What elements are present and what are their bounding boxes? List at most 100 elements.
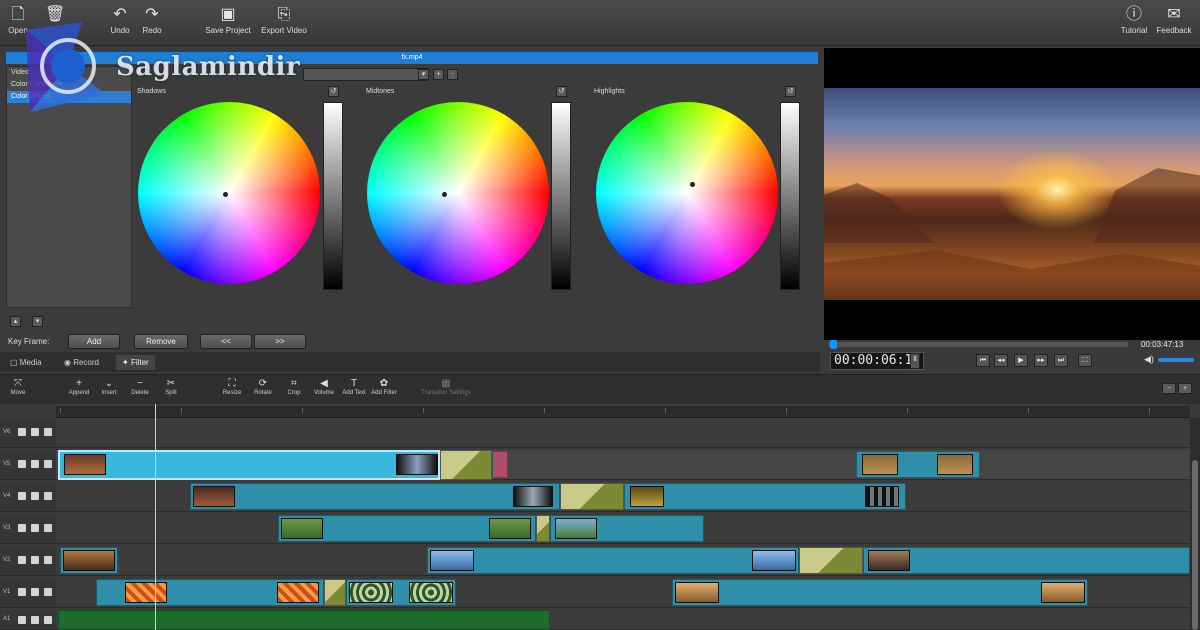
highlights-wheel[interactable]: [596, 102, 778, 284]
timeline-ruler[interactable]: [56, 406, 1190, 418]
track-lock-toggle[interactable]: [31, 556, 39, 564]
track-visibility-toggle[interactable]: [18, 460, 26, 468]
delete-clip-button[interactable]: − Delete: [125, 378, 155, 396]
track-lock-toggle[interactable]: [31, 460, 39, 468]
ruler-tick: |: [665, 408, 667, 414]
split-button[interactable]: ✂ Split: [156, 378, 186, 396]
timeline-clip[interactable]: [550, 515, 704, 542]
shadows-brightness-slider[interactable]: [323, 102, 343, 290]
track-visibility-toggle[interactable]: [18, 524, 26, 532]
rotate-button[interactable]: ⟳ Rotate: [248, 378, 278, 396]
add-keyframe-button[interactable]: Add: [68, 334, 120, 349]
timeline-clip[interactable]: [427, 547, 799, 574]
preset-select[interactable]: [303, 68, 429, 81]
move-down-button[interactable]: ▾: [32, 316, 43, 327]
track-lock-toggle[interactable]: [31, 616, 39, 624]
zoom-in-button[interactable]: +: [1178, 383, 1192, 394]
add-filter-button[interactable]: ✿ Add Filter: [369, 378, 399, 396]
highlights-reset-button[interactable]: ↺: [785, 86, 796, 97]
timeline-clip[interactable]: [96, 579, 324, 606]
zoom-out-button[interactable]: −: [1162, 383, 1176, 394]
timeline-playhead[interactable]: [155, 404, 156, 630]
midtones-wheel-handle[interactable]: [442, 192, 447, 197]
total-duration: 00:03:47:13: [1141, 340, 1184, 349]
tab-media[interactable]: ▢ Media: [4, 355, 48, 370]
prev-keyframe-button[interactable]: <<: [200, 334, 252, 349]
preset-add-button[interactable]: +: [433, 69, 444, 80]
step-back-button[interactable]: ◂◂: [994, 354, 1008, 367]
feedback-button[interactable]: ✉ Feedback: [1146, 6, 1200, 42]
move-tool-button[interactable]: ⤧ Move: [3, 378, 33, 396]
volume-button[interactable]: ◀ Volume: [309, 378, 339, 396]
track-lock-toggle[interactable]: [31, 524, 39, 532]
volume-slider[interactable]: [1158, 358, 1194, 362]
resize-icon: ⛶: [228, 378, 236, 389]
timeline-clip[interactable]: [346, 579, 456, 606]
track-lock-toggle[interactable]: [31, 588, 39, 596]
track-lock-toggle[interactable]: [31, 492, 39, 500]
preset-dropdown-button[interactable]: ▾: [418, 69, 429, 80]
track-mute-toggle[interactable]: [44, 492, 52, 500]
preset-remove-button[interactable]: -: [447, 69, 458, 80]
go-to-end-button[interactable]: ⏭: [1054, 354, 1068, 367]
track-lane-v6[interactable]: [56, 418, 1190, 448]
transition-block[interactable]: [536, 515, 550, 542]
track-visibility-toggle[interactable]: [18, 588, 26, 596]
midtones-brightness-slider[interactable]: [551, 102, 571, 290]
track-mute-toggle[interactable]: [44, 556, 52, 564]
play-button[interactable]: ▶: [1014, 354, 1028, 367]
track-visibility-toggle[interactable]: [18, 556, 26, 564]
go-to-start-button[interactable]: ⏮: [976, 354, 990, 367]
shadows-wheel-handle[interactable]: [223, 192, 228, 197]
track-mute-toggle[interactable]: [44, 460, 52, 468]
timeline-clip[interactable]: [492, 451, 508, 478]
remove-keyframe-button[interactable]: Remove: [134, 334, 188, 349]
track-visibility-toggle[interactable]: [18, 616, 26, 624]
timeline-clip-selected[interactable]: [58, 450, 440, 480]
move-up-button[interactable]: ▴: [10, 316, 21, 327]
track-mute-toggle[interactable]: [44, 524, 52, 532]
timeline-clip[interactable]: [60, 547, 118, 574]
track-mute-toggle[interactable]: [44, 616, 52, 624]
timeline-clip[interactable]: [190, 483, 560, 510]
tab-filter[interactable]: ✦ Filter: [116, 355, 155, 370]
track-visibility-toggle[interactable]: [18, 492, 26, 500]
resize-button[interactable]: ⛶ Resize: [217, 378, 247, 396]
clip-thumbnail: [868, 550, 910, 571]
step-forward-button[interactable]: ▸▸: [1034, 354, 1048, 367]
midtones-wheel[interactable]: [367, 102, 549, 284]
transition-block[interactable]: [799, 547, 863, 574]
crop-button[interactable]: ⌗ Crop: [279, 378, 309, 396]
preview-scrubber[interactable]: [828, 342, 1128, 347]
highlights-wheel-handle[interactable]: [690, 182, 695, 187]
track-mute-toggle[interactable]: [44, 588, 52, 596]
transition-settings-button[interactable]: ▦ Transition Settings: [416, 378, 476, 396]
timeline-scrollbar-thumb[interactable]: [1192, 460, 1198, 630]
timeline-clip[interactable]: [672, 579, 1088, 606]
fullscreen-button[interactable]: ⛶: [1078, 354, 1092, 367]
track-visibility-toggle[interactable]: [18, 428, 26, 436]
transition-block[interactable]: [560, 483, 624, 510]
clip-thumbnail: [489, 518, 531, 539]
timeline-clip[interactable]: [624, 483, 906, 510]
highlights-brightness-slider[interactable]: [780, 102, 800, 290]
timeline-clip[interactable]: [856, 451, 980, 478]
timeline-clip[interactable]: [278, 515, 536, 542]
record-icon: ◉: [64, 358, 74, 367]
timecode-stepper[interactable]: ⇕: [910, 353, 920, 369]
track-mute-toggle[interactable]: [44, 428, 52, 436]
transition-block[interactable]: [440, 450, 492, 480]
timeline-clip[interactable]: [863, 547, 1190, 574]
shadows-reset-button[interactable]: ↺: [328, 86, 339, 97]
keyframe-label: Key Frame:: [8, 337, 50, 346]
next-keyframe-button[interactable]: >>: [254, 334, 306, 349]
track-lock-toggle[interactable]: [31, 428, 39, 436]
audio-clip[interactable]: [58, 610, 550, 630]
midtones-reset-button[interactable]: ↺: [556, 86, 567, 97]
insert-button[interactable]: ⌄ Insert: [94, 378, 124, 396]
preview-scrubber-handle[interactable]: [830, 340, 837, 349]
transition-block[interactable]: [324, 579, 346, 606]
append-button[interactable]: + Append: [64, 378, 94, 396]
add-text-button[interactable]: T Add Text: [339, 378, 369, 396]
tab-record[interactable]: ◉ Record: [58, 355, 105, 370]
